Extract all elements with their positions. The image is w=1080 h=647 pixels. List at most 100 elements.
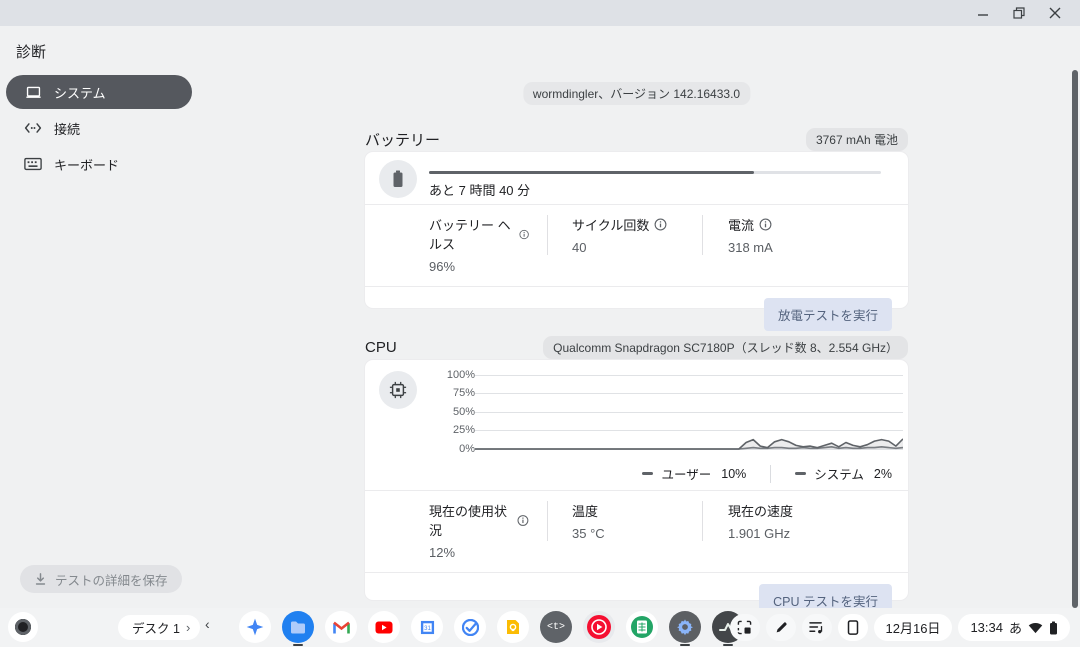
download-icon	[34, 573, 47, 586]
shelf-app-sheets[interactable]	[626, 611, 658, 643]
quick-settings-button[interactable]: 13:34 あ	[958, 614, 1070, 641]
cpu-section-title: CPU	[365, 339, 397, 356]
tasks-icon	[462, 619, 479, 636]
stat-value: 318 mA	[728, 240, 773, 255]
shelf-app-text[interactable]: <t>	[540, 611, 572, 643]
battery-time-remaining: あと 7 時間 40 分	[429, 180, 530, 199]
battery-health-stat: バッテリー ヘルス 96%	[429, 215, 547, 274]
run-discharge-test-button[interactable]: 放電テストを実行	[764, 298, 892, 331]
close-icon[interactable]	[1042, 3, 1068, 23]
battery-progress-fill	[429, 171, 754, 174]
date-label: 12月16日	[886, 618, 941, 637]
stat-label: 電流	[728, 215, 754, 234]
legend-label: システム	[814, 464, 864, 483]
shelf-app-tasks[interactable]	[454, 611, 486, 643]
shelf-app-gmail[interactable]	[325, 611, 357, 643]
gemini-sparkle-icon	[245, 617, 265, 637]
shelf-app-files[interactable]	[282, 611, 314, 643]
files-icon	[290, 621, 306, 634]
cpu-section-header: CPU Qualcomm Snapdragon SC7180P（スレッド数 8、…	[365, 336, 908, 359]
shelf-app-calendar[interactable]: 31	[411, 611, 443, 643]
laptop-icon	[24, 83, 42, 101]
battery-current-stat: 電流 318 mA	[702, 215, 791, 255]
info-icon[interactable]	[759, 218, 772, 231]
stat-value: 12%	[429, 545, 529, 560]
running-indicator	[293, 644, 303, 646]
diagnostics-app-window: 診断 システム 接続 キーボード wormdingler、バージョン 142.1…	[0, 26, 1080, 608]
ime-indicator: あ	[1009, 618, 1022, 637]
cpu-usage-stat: 現在の使用状況 12%	[429, 501, 547, 560]
desk-label: デスク 1	[132, 618, 180, 637]
legend-value: 2%	[874, 467, 892, 481]
minimize-icon[interactable]	[970, 3, 996, 23]
battery-card: あと 7 時間 40 分 バッテリー ヘルス 96% サイクル回数 40 電流	[365, 152, 908, 308]
legend-value: 10%	[721, 467, 746, 481]
gmail-icon	[333, 621, 350, 634]
save-test-details-button[interactable]: テストの詳細を保存	[20, 565, 182, 593]
legend-label: ユーザー	[661, 464, 711, 483]
sidebar-item-connectivity[interactable]: 接続	[6, 111, 192, 145]
battery-section-header: バッテリー 3767 mAh 電池	[365, 128, 908, 151]
cpu-card: 100% 75% 50% 25% 0% ユーザー 10%	[365, 360, 908, 600]
cpu-usage-chart: 100% 75% 50% 25% 0% ユーザー 10%	[365, 360, 908, 490]
running-indicator	[680, 644, 690, 646]
shelf: デスク 1 › ‹ 31 <t>	[0, 608, 1080, 647]
shelf-app-youtube-music[interactable]	[583, 611, 615, 643]
screen-capture-icon[interactable]	[730, 614, 760, 641]
sidebar-item-label: 接続	[54, 119, 80, 138]
keyboard-icon	[24, 155, 42, 173]
text-app-icon: <t>	[547, 622, 565, 633]
sidebar-item-label: キーボード	[54, 155, 119, 174]
sidebar-item-keyboard[interactable]: キーボード	[6, 147, 192, 181]
wifi-icon	[1028, 622, 1043, 634]
media-controls-icon[interactable]	[802, 614, 832, 641]
info-icon[interactable]	[519, 228, 529, 241]
battery-cycle-stat: サイクル回数 40	[547, 215, 702, 255]
cpu-chart-legend: ユーザー 10% システム 2%	[642, 464, 892, 483]
cpu-temperature-stat: 温度 35 °C	[547, 501, 702, 541]
battery-charge-row: あと 7 時間 40 分	[365, 152, 908, 204]
legend-system: システム 2%	[795, 464, 892, 483]
stat-label: 現在の速度	[728, 501, 793, 520]
running-indicator	[723, 644, 733, 646]
restore-icon[interactable]	[1006, 3, 1032, 23]
sheets-icon	[630, 615, 654, 639]
stat-value: 40	[572, 240, 684, 255]
shelf-app-settings[interactable]	[669, 611, 701, 643]
stat-label: サイクル回数	[572, 215, 649, 234]
phone-hub-icon[interactable]	[838, 614, 868, 641]
shelf-app-list: 31 <t>	[239, 611, 744, 643]
stat-value: 1.901 GHz	[728, 526, 793, 541]
legend-system-swatch	[795, 472, 806, 475]
youtube-icon	[375, 621, 393, 634]
chevron-left-icon[interactable]: ‹	[205, 616, 210, 632]
battery-section-title: バッテリー	[365, 129, 440, 150]
stat-label: 温度	[572, 501, 598, 520]
launcher-icon	[15, 619, 31, 635]
battery-button-row: 放電テストを実行	[365, 287, 908, 337]
page-title: 診断	[16, 41, 46, 62]
shelf-app-gemini[interactable]	[239, 611, 271, 643]
shelf-app-youtube[interactable]	[368, 611, 400, 643]
sidebar-item-system[interactable]: システム	[6, 75, 192, 109]
calendar-icon: 31	[420, 620, 435, 635]
info-icon[interactable]	[654, 218, 667, 231]
battery-stats-row: バッテリー ヘルス 96% サイクル回数 40 電流 318 mA	[365, 205, 908, 286]
calendar-date-button[interactable]: 12月16日	[874, 614, 953, 641]
status-tray: 12月16日 13:34 あ	[730, 614, 1070, 641]
window-titlebar	[0, 0, 1080, 26]
divider	[770, 465, 771, 483]
main-content: wormdingler、バージョン 142.16433.0 バッテリー 3767…	[365, 26, 908, 608]
vertical-scrollbar[interactable]	[1072, 70, 1078, 608]
cpu-speed-stat: 現在の速度 1.901 GHz	[702, 501, 811, 541]
info-icon[interactable]	[517, 514, 529, 527]
pen-icon[interactable]	[766, 614, 796, 641]
shelf-app-keep[interactable]	[497, 611, 529, 643]
time-label: 13:34	[970, 620, 1003, 635]
svg-text:31: 31	[424, 624, 431, 631]
desk-switcher[interactable]: デスク 1 ›	[118, 615, 200, 640]
save-label: テストの詳細を保存	[55, 570, 168, 589]
launcher-button[interactable]	[8, 612, 38, 642]
stat-value: 35 °C	[572, 526, 684, 541]
cpu-chart-plot	[475, 375, 903, 451]
